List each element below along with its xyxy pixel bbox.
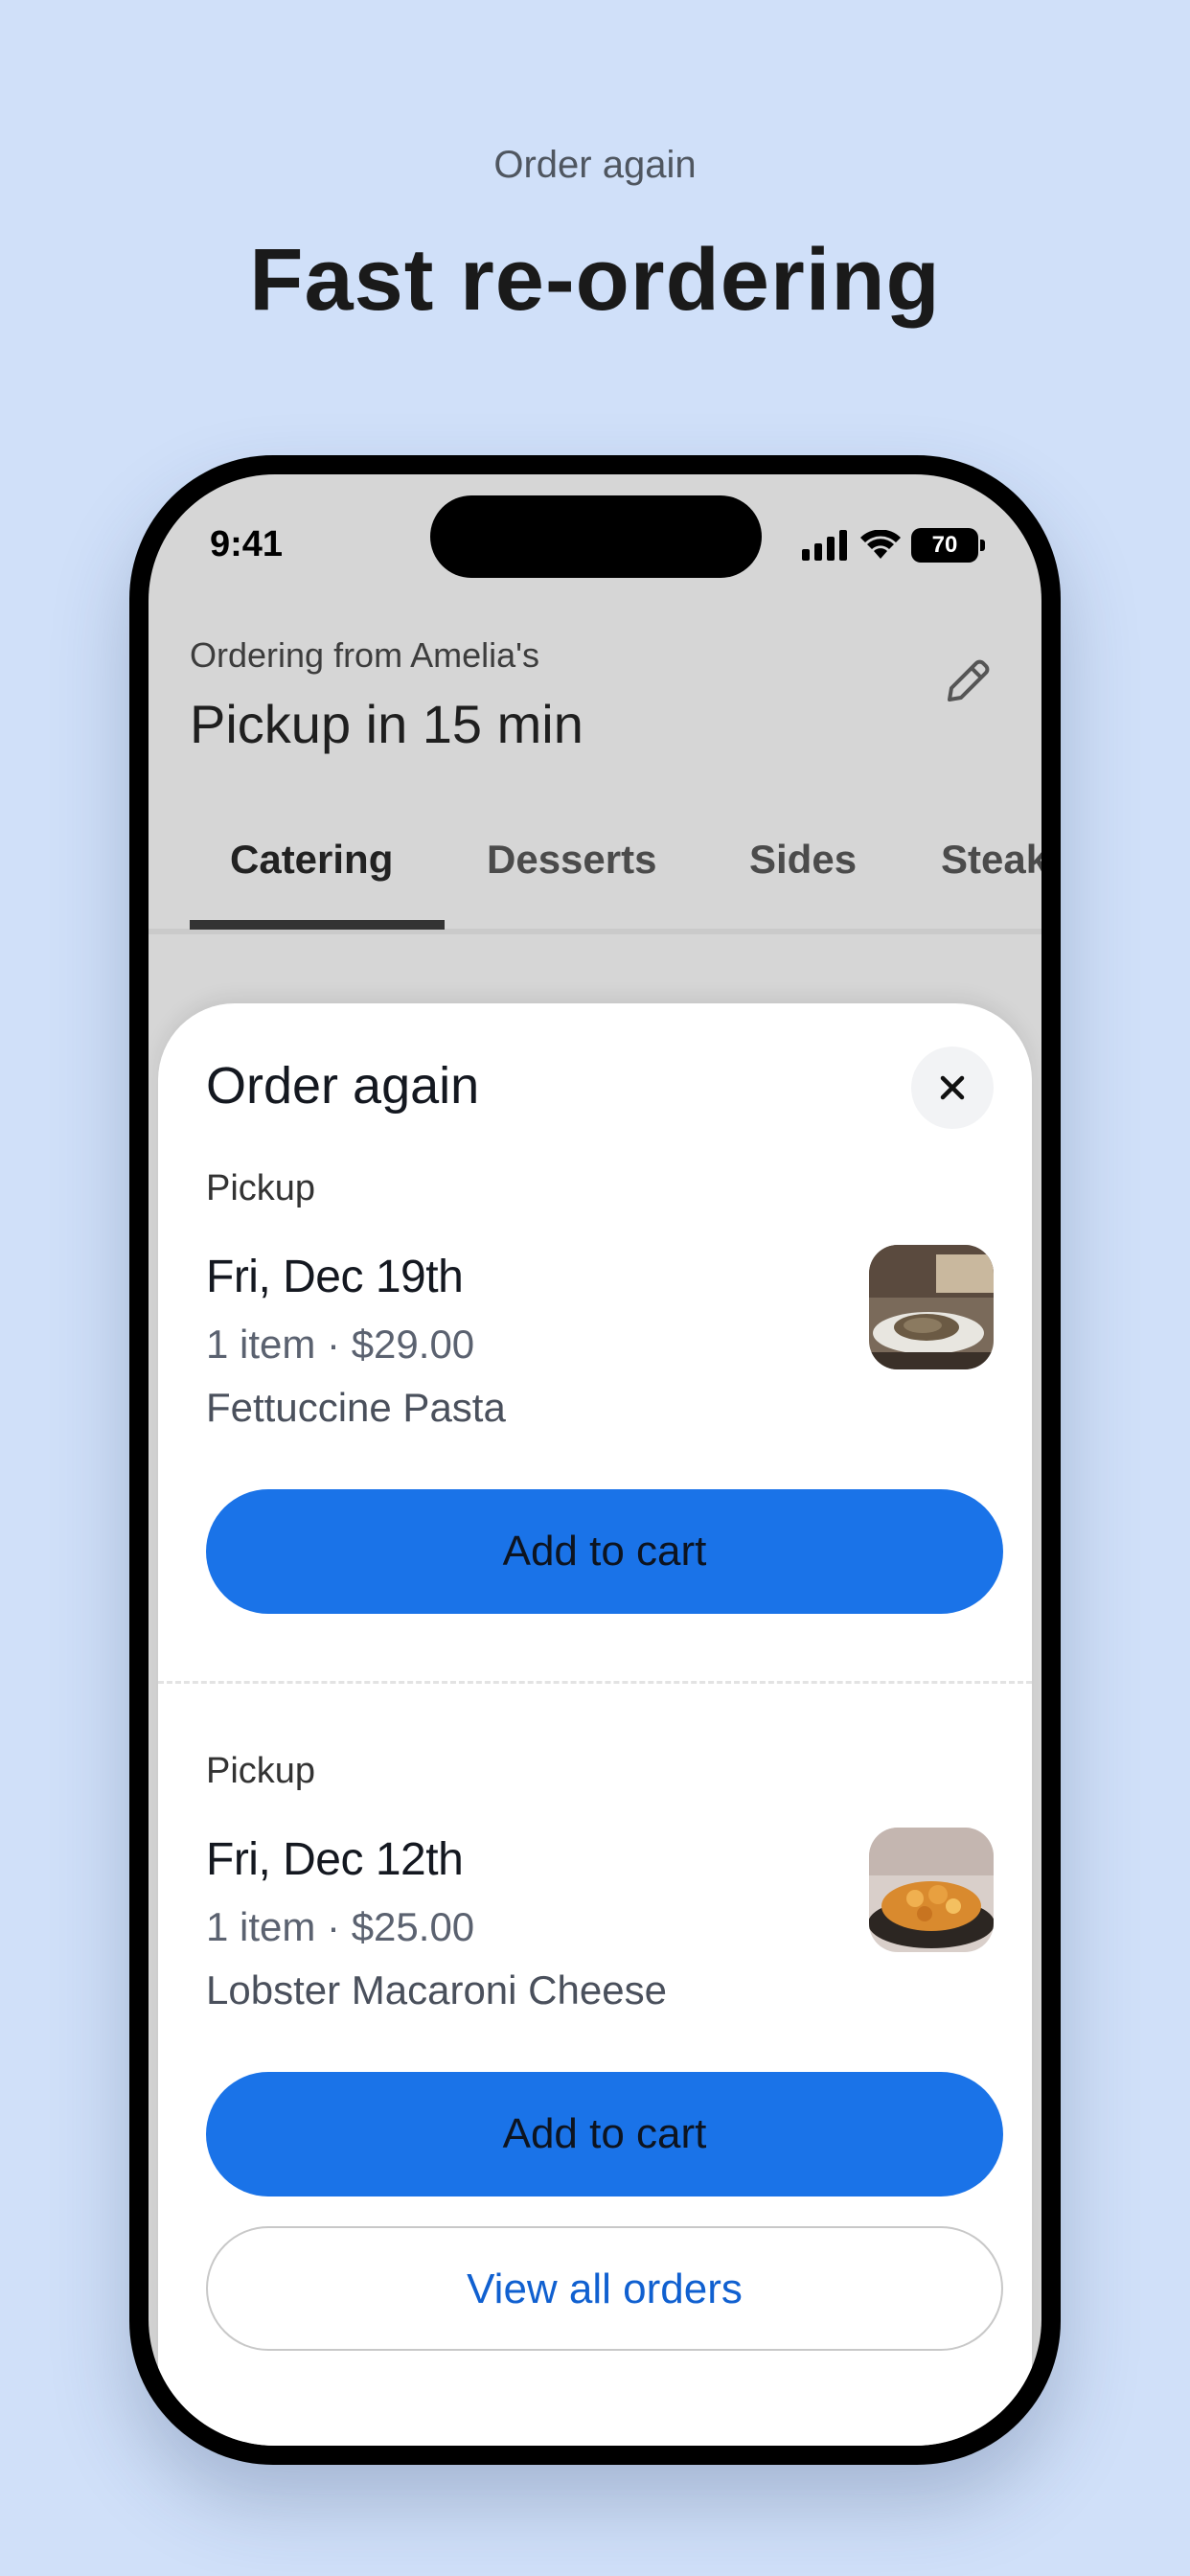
tab-steak[interactable]: Steak	[941, 837, 1041, 883]
sheet-title: Order again	[206, 1057, 480, 1115]
order-thumbnail[interactable]	[869, 1245, 994, 1369]
order-thumbnail[interactable]	[869, 1828, 994, 1952]
pencil-icon	[948, 659, 990, 702]
order-summary: 1 item · $25.00	[206, 1904, 475, 1949]
mac-cheese-image	[869, 1828, 994, 1952]
phone-screen: 9:41 70 Ordering from Amelia's Pickup in…	[149, 474, 1041, 2446]
order-divider	[158, 1681, 1032, 1684]
order-again-sheet: Order again Pickup Fri, Dec 19th 1 item …	[158, 1003, 1032, 2446]
order-summary: 1 item · $29.00	[206, 1322, 475, 1367]
order-item-name: Lobster Macaroni Cheese	[206, 1967, 667, 2012]
status-bar: 9:41 70	[149, 474, 1041, 609]
battery-icon: 70	[911, 528, 985, 563]
order-date: Fri, Dec 19th	[206, 1252, 464, 1302]
tab-desserts[interactable]: Desserts	[487, 837, 656, 883]
close-button[interactable]	[911, 1046, 994, 1129]
phone-frame: 9:41 70 Ordering from Amelia's Pickup in…	[129, 455, 1061, 2465]
wifi-icon	[860, 530, 901, 559]
edit-order-button[interactable]	[938, 652, 997, 711]
close-icon	[940, 1075, 965, 1100]
active-tab-indicator	[190, 920, 445, 930]
add-to-cart-button[interactable]: Add to cart	[206, 2072, 1003, 2196]
promo-headline: Fast re-ordering	[249, 231, 941, 329]
order-type: Pickup	[206, 1168, 316, 1208]
tab-catering[interactable]: Catering	[230, 837, 393, 883]
add-to-cart-button[interactable]: Add to cart	[206, 1489, 1003, 1614]
category-tabs: Catering Desserts Sides Steak	[149, 800, 1041, 934]
pickup-time-title: Pickup in 15 min	[190, 694, 584, 754]
promo-eyebrow: Order again	[493, 144, 697, 186]
status-time: 9:41	[210, 524, 284, 564]
signal-icon	[802, 530, 847, 561]
pasta-image	[869, 1245, 994, 1369]
order-date: Fri, Dec 12th	[206, 1834, 464, 1885]
tab-sides[interactable]: Sides	[749, 837, 857, 883]
status-icons: 70	[802, 528, 985, 563]
ordering-from-label: Ordering from Amelia's	[190, 635, 539, 675]
view-all-orders-button[interactable]: View all orders	[206, 2226, 1003, 2351]
order-type: Pickup	[206, 1751, 316, 1791]
dynamic-island	[430, 495, 762, 578]
order-item-name: Fettuccine Pasta	[206, 1385, 506, 1430]
